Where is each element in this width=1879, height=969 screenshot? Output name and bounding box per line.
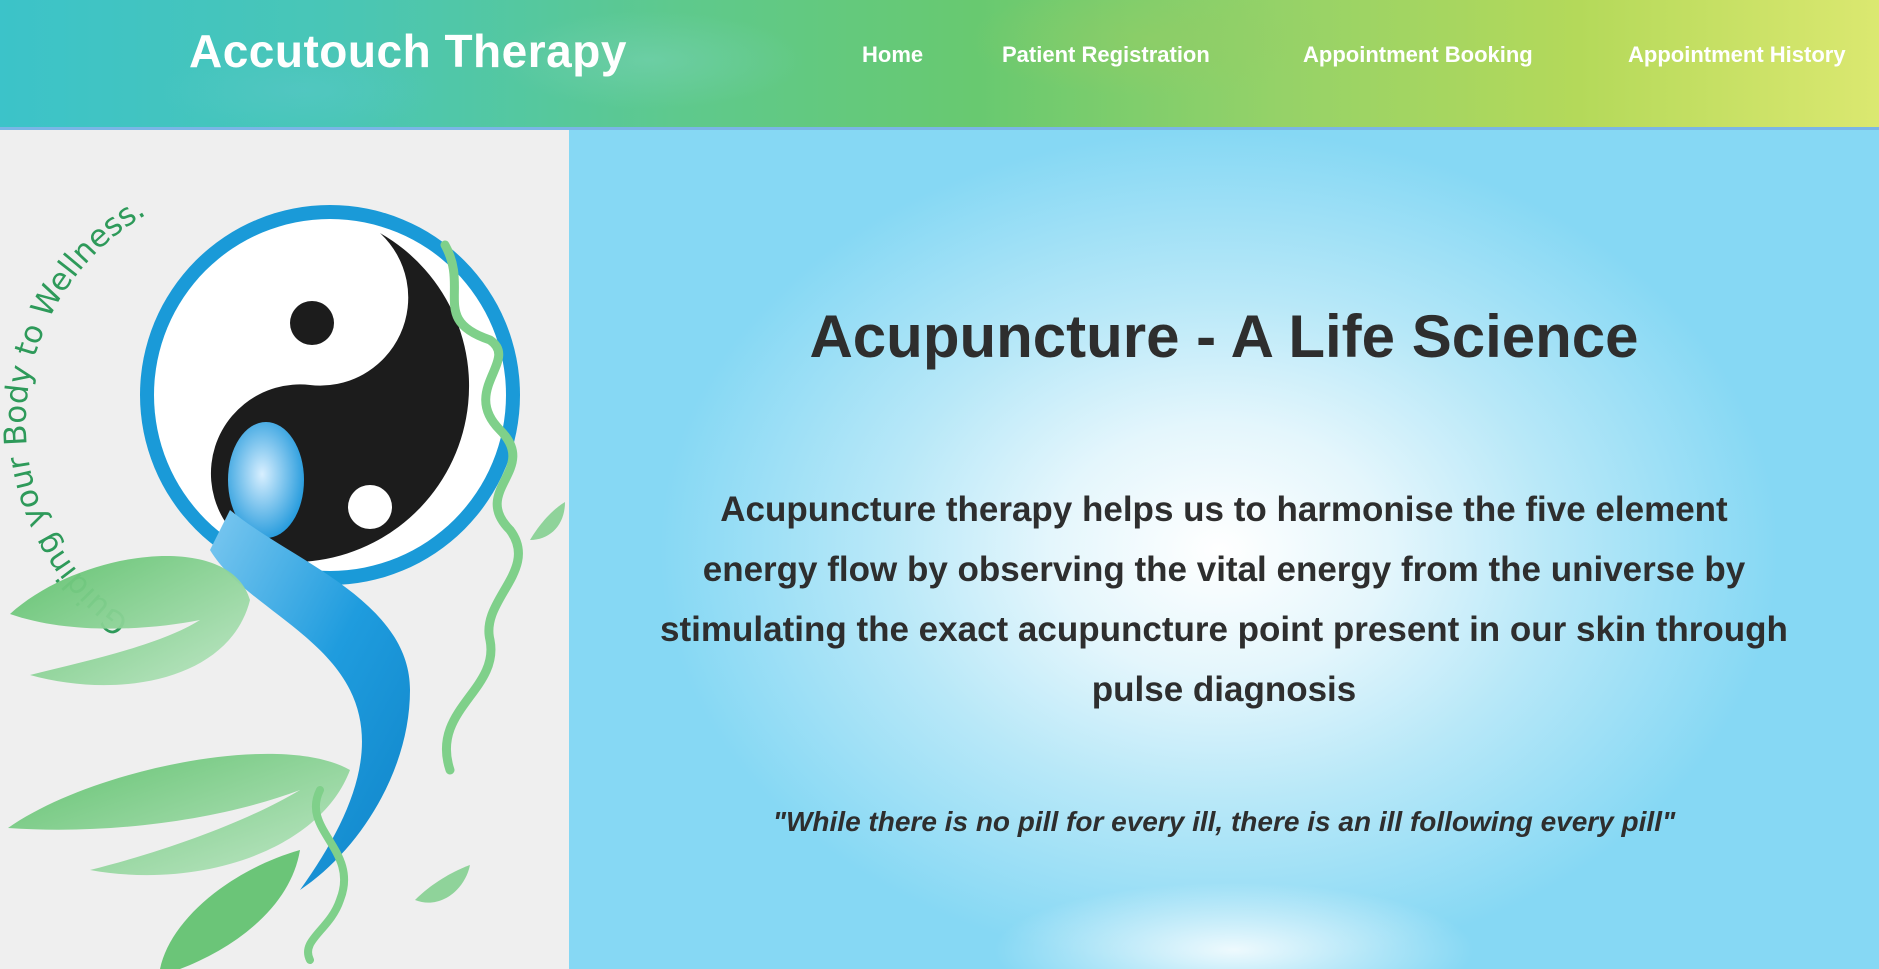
hero-title: Acupuncture - A Life Science <box>809 303 1639 370</box>
hero-description: Acupuncture therapy helps us to harmonis… <box>660 490 1788 709</box>
site-header: Accutouch Therapy Home Patient Registrat… <box>0 0 1879 130</box>
nav-home[interactable]: Home <box>862 42 923 68</box>
nav-patient-registration[interactable]: Patient Registration <box>1002 42 1210 68</box>
yin-yang-logo: Guiding your Body to Wellness. <box>0 190 565 969</box>
logo-panel: Guiding your Body to Wellness. <box>0 130 569 969</box>
nav-appointment-history[interactable]: Appointment History <box>1628 42 1846 68</box>
main-nav: Home Patient Registration Appointment Bo… <box>0 0 1879 110</box>
nav-appointment-booking[interactable]: Appointment Booking <box>1303 42 1533 68</box>
hero-quote: "While there is no pill for every ill, t… <box>772 806 1676 837</box>
hero-section: Acupuncture - A Life Science Acupuncture… <box>569 130 1879 969</box>
